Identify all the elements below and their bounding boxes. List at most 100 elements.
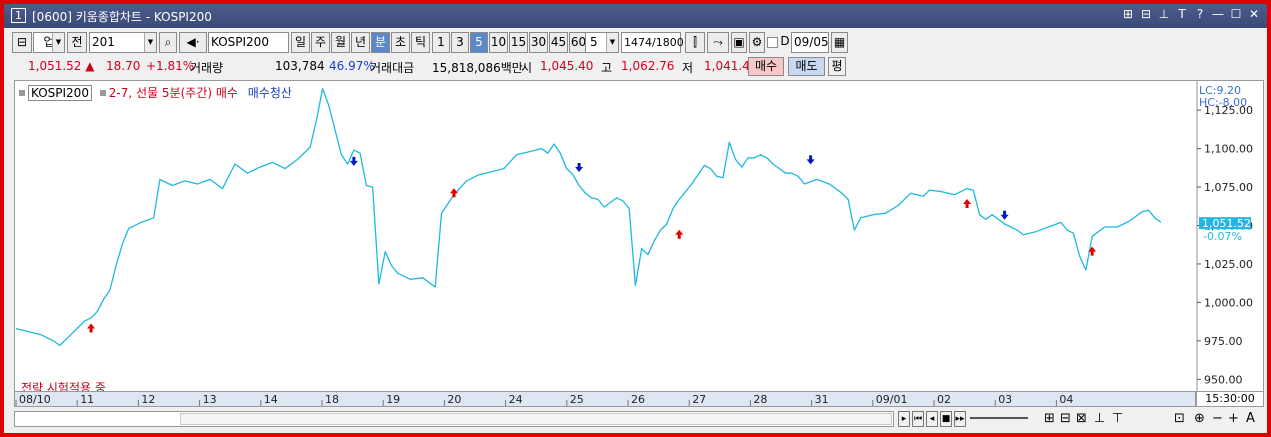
hc-label: HC:-8.00 [1199, 96, 1247, 109]
chevron-down-icon[interactable]: ▼ [606, 33, 618, 52]
zoom-slider[interactable] [970, 417, 1028, 419]
layout-c-icon[interactable]: ⊠ [1076, 411, 1087, 427]
indicator-icon[interactable]: ⤳ [707, 32, 729, 53]
x-tick-label: 31 [815, 393, 829, 406]
price-change: 18.70 [106, 59, 141, 73]
layout-icon[interactable]: ⊞ [1121, 7, 1135, 21]
x-tick-label: 09/01 [876, 393, 908, 406]
minute-tab[interactable]: 1 [432, 32, 450, 53]
close-icon[interactable]: ✕ [1247, 7, 1261, 21]
calendar-icon[interactable]: ▦ [831, 32, 848, 53]
high-value: 1,062.76 [621, 59, 675, 73]
average-button[interactable]: 평 [828, 57, 846, 76]
split-icon[interactable]: ⊟ [1139, 7, 1153, 21]
bottom-bar: ▸ ⏮ ◂ ■ ▸▸ ⊞ ⊟ ⊠ ⊥ ⊤ ⊡ ⊕ − + A [14, 409, 1264, 427]
text-size-icon[interactable]: A [1246, 411, 1255, 427]
minute-tab[interactable]: 15 [509, 32, 528, 53]
window-controls: ⊞ ⊟ ⊥ T ? — ☐ ✕ [1121, 7, 1261, 21]
x-tick-label: 02 [937, 393, 951, 406]
y-tick-label: 1,025.00 [1204, 258, 1253, 271]
chevron-down-icon[interactable]: ▼ [144, 33, 156, 52]
period-tab[interactable]: 주 [311, 32, 330, 53]
series-marker-icon [19, 90, 25, 96]
period-tab[interactable]: 틱 [411, 32, 430, 53]
range-button[interactable]: 전 [67, 32, 87, 53]
prev-icon[interactable]: ◂ [926, 411, 938, 427]
search-icon[interactable]: ⌕ [159, 32, 177, 53]
date-field[interactable]: 09/05 [791, 32, 829, 53]
minute-tab[interactable]: 5 [470, 32, 488, 53]
x-tick-label: 19 [386, 393, 400, 406]
buy-button[interactable]: 매수 [748, 57, 784, 76]
period-tab[interactable]: 일 [291, 32, 310, 53]
zoom-icon[interactable]: ⊕ [1194, 411, 1205, 427]
chart-window: 1 [0600] 키움종합차트 - KOSPI200 ⊞ ⊟ ⊥ T ? — ☐… [4, 4, 1267, 433]
d-checkbox[interactable] [767, 37, 778, 48]
layout-b-icon[interactable]: ⊟ [1060, 411, 1071, 427]
chart-area[interactable]: 1,125.001,100.001,075.001,050.001,025.00… [14, 80, 1264, 407]
minute-tab[interactable]: 10 [489, 32, 508, 53]
tool-d-icon[interactable]: ⊥ [1094, 411, 1105, 427]
period-tab[interactable]: 월 [331, 32, 350, 53]
sell-signal-arrow [349, 156, 358, 166]
gear-icon[interactable]: ⚙ [749, 32, 765, 53]
period-tab[interactable]: 초 [391, 32, 410, 53]
minute-tab[interactable]: 3 [451, 32, 469, 53]
x-tick-label: 13 [203, 393, 217, 406]
buy-signal-arrow [87, 323, 96, 333]
chevron-down-icon[interactable]: ▼ [52, 33, 64, 52]
x-tick-label: 08/10 [19, 393, 51, 406]
amount-label: 거래대금 [370, 61, 415, 75]
period-tab[interactable]: 년 [351, 32, 370, 53]
sound-select[interactable]: ◀· [179, 32, 207, 53]
market-type-select[interactable]: 업 ▼ [33, 32, 65, 53]
first-icon[interactable]: ⏮ [912, 411, 924, 427]
chart-scrollbar[interactable] [14, 411, 894, 427]
x-tick-label: 03 [998, 393, 1012, 406]
y-tick-label: 1,100.00 [1204, 143, 1253, 156]
minute-tab[interactable]: 45 [549, 32, 568, 53]
window-number[interactable]: 1 [11, 8, 26, 23]
chart-menu-icon[interactable]: ⊟ [12, 32, 32, 53]
play-icon[interactable]: ▸ [898, 411, 910, 427]
toolbar: ⊟ 업 ▼ 전 201 ▼ ⌕ ◀· KOSPI200 일주월년분초틱 1 3 5 10 1… [4, 32, 1267, 54]
symbol-field[interactable]: KOSPI200 [208, 32, 289, 53]
legend-symbol[interactable]: KOSPI200 [28, 85, 92, 101]
tool-e-icon[interactable]: ⊤ [1112, 411, 1123, 427]
candle-icon[interactable]: ⫿ [685, 32, 705, 53]
help-icon[interactable]: ? [1193, 7, 1207, 21]
interval-select[interactable]: 5 ▼ [585, 32, 619, 53]
strategy-marker-icon [99, 90, 106, 96]
code-input[interactable]: 201 ▼ [89, 32, 157, 53]
sell-button[interactable]: 매도 [788, 57, 825, 76]
minimize-icon[interactable]: — [1211, 7, 1225, 21]
count-field[interactable]: 1474/1800 [621, 32, 684, 53]
layout-a-icon[interactable]: ⊞ [1044, 411, 1055, 427]
price-chart[interactable]: 1,125.001,100.001,075.001,050.001,025.00… [15, 81, 1263, 391]
buy-signal-arrow [449, 188, 458, 198]
pin-icon[interactable]: ⊥ [1157, 7, 1171, 21]
sell-signal-arrow [575, 163, 584, 173]
x-tick-label: 11 [80, 393, 94, 406]
x-tick-label: 12 [141, 393, 155, 406]
fast-forward-icon[interactable]: ▸▸ [954, 411, 966, 427]
zoom-out-icon[interactable]: − [1212, 411, 1223, 427]
minute-tab[interactable]: 30 [529, 32, 548, 53]
x-axis: 08/10 11 12 13 14 18 19 20 24 25 26 27 28 31 09/01 02 03… [14, 391, 1196, 407]
zoom-in-icon[interactable]: + [1228, 411, 1239, 427]
scrollbar-thumb[interactable] [180, 413, 892, 425]
period-tab[interactable]: 분 [371, 32, 390, 53]
save-icon[interactable]: ▣ [731, 32, 747, 53]
stop-icon[interactable]: ■ [940, 411, 952, 427]
legend-exit[interactable]: 매수청산 [248, 86, 292, 100]
legend-strategy[interactable]: 2-7, 선물 5분(주간) 매수 [109, 86, 238, 100]
buy-signal-arrow [963, 198, 972, 208]
x-tick-label: 18 [325, 393, 339, 406]
amount-value: 15,818,086백만 [432, 61, 523, 75]
tool-f-icon[interactable]: ⊡ [1174, 411, 1185, 427]
maximize-icon[interactable]: ☐ [1229, 7, 1243, 21]
font-icon[interactable]: T [1175, 7, 1189, 21]
current-change-label: -0.07% [1203, 230, 1242, 243]
x-tick-label: 26 [631, 393, 645, 406]
y-tick-label: 975.00 [1204, 335, 1243, 348]
